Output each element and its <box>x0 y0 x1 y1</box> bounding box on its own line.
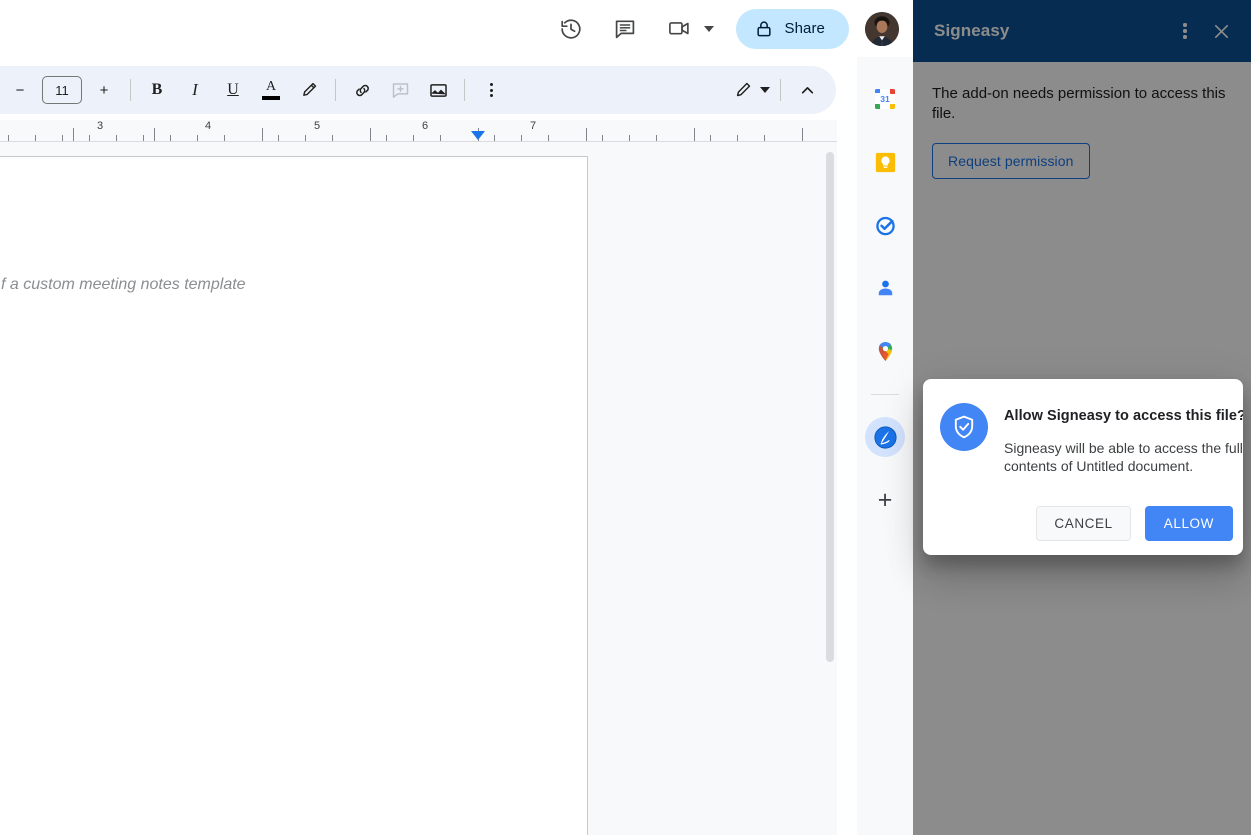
maps-pin-icon <box>873 339 898 364</box>
highlight-color-button[interactable] <box>293 74 325 106</box>
ruler-number: 6 <box>422 120 428 132</box>
avatar[interactable] <box>865 12 899 46</box>
sidebar-item-signeasy[interactable] <box>865 417 905 457</box>
version-history-icon[interactable] <box>551 9 591 49</box>
sidebar-item-calendar[interactable]: 31 <box>865 79 905 119</box>
collapse-toolbar-button[interactable] <box>791 74 823 106</box>
allow-button[interactable]: ALLOW <box>1145 506 1233 541</box>
ruler[interactable]: 3 4 5 6 7 <box>0 120 837 142</box>
ruler-number: 3 <box>97 120 103 132</box>
decrease-font-size-button[interactable]: − <box>4 74 36 106</box>
chevron-down-icon <box>760 87 770 93</box>
add-comment-button[interactable] <box>384 74 416 106</box>
toolbar-divider <box>780 79 781 101</box>
insert-link-button[interactable] <box>346 74 378 106</box>
font-size-input[interactable]: 11 <box>42 76 82 104</box>
version-history-glyph <box>559 17 583 41</box>
add-comment-icon <box>390 80 411 101</box>
tasks-check-icon <box>873 213 898 238</box>
ruler-number: 4 <box>205 120 211 132</box>
shield-check-glyph <box>950 413 978 441</box>
permission-dialog-title: Allow Signeasy to access this file? <box>1004 408 1229 424</box>
svg-text:31: 31 <box>880 94 890 104</box>
contacts-person-icon <box>873 276 898 301</box>
shield-check-icon <box>940 403 988 451</box>
pencil-icon <box>733 80 753 100</box>
keep-bulb-icon <box>873 150 898 175</box>
comment-history-icon[interactable] <box>605 9 645 49</box>
lock-icon <box>754 19 774 39</box>
comment-history-glyph <box>613 17 637 41</box>
permission-dialog: Allow Signeasy to access this file? Sign… <box>923 379 1243 555</box>
permission-dialog-content: Allow Signeasy to access this file? Sign… <box>923 401 1243 476</box>
ruler-number: 7 <box>530 120 536 132</box>
document-scrollbar-thumb[interactable] <box>826 152 834 662</box>
toolbar-divider <box>335 79 336 101</box>
chevron-up-icon <box>797 80 818 101</box>
side-rail: 31 <box>857 57 913 835</box>
docs-toolbar: − 11 + B I U A <box>0 66 836 114</box>
document-body-text[interactable]: f a custom meeting notes template <box>1 276 246 294</box>
insert-image-button[interactable] <box>422 74 454 106</box>
permission-dialog-actions: CANCEL ALLOW <box>1036 506 1233 541</box>
ruler-number: 5 <box>314 120 320 132</box>
editing-mode-button[interactable] <box>733 74 770 106</box>
text-color-letter: A <box>266 80 276 94</box>
underline-button[interactable]: U <box>217 74 249 106</box>
share-button[interactable]: Share <box>736 9 849 49</box>
pen-highlight-icon <box>299 80 319 100</box>
calendar-icon: 31 <box>872 86 898 112</box>
toolbar-divider <box>464 79 465 101</box>
toolbar-divider <box>130 79 131 101</box>
increase-font-size-button[interactable]: + <box>88 74 120 106</box>
permission-dialog-description: Signeasy will be able to access the full… <box>1004 439 1243 476</box>
more-vert-icon <box>490 81 493 99</box>
sidebar-item-maps[interactable] <box>865 331 905 371</box>
cancel-button[interactable]: CANCEL <box>1036 506 1130 541</box>
docs-header-bar: Share <box>0 0 913 57</box>
link-icon <box>352 80 373 101</box>
image-icon <box>428 80 449 101</box>
permission-dialog-texts: Allow Signeasy to access this file? Sign… <box>1004 401 1229 476</box>
text-color-icon: A <box>262 80 280 100</box>
sidebar-item-contacts[interactable] <box>865 268 905 308</box>
avatar-image <box>865 12 899 46</box>
rail-divider <box>871 394 899 395</box>
share-button-label: Share <box>784 20 825 37</box>
sidebar-item-keep[interactable] <box>865 142 905 182</box>
google-docs-app: Share − 11 + B I U <box>0 0 913 835</box>
meet-camera-icon[interactable] <box>659 9 699 49</box>
document-page[interactable]: f a custom meeting notes template <box>0 156 588 835</box>
signeasy-icon <box>872 424 899 451</box>
meet-call-button[interactable] <box>659 9 718 49</box>
left-indent-marker[interactable] <box>471 131 485 140</box>
sidebar-item-tasks[interactable] <box>865 205 905 245</box>
bold-button[interactable]: B <box>141 74 173 106</box>
chevron-down-icon <box>704 26 714 32</box>
get-add-ons-button[interactable]: + <box>865 480 905 520</box>
plus-icon: + <box>878 488 893 513</box>
text-color-swatch <box>262 96 280 100</box>
text-color-button[interactable]: A <box>255 74 287 106</box>
docs-toolbar-wrapper: − 11 + B I U A <box>0 66 913 114</box>
document-canvas: f a custom meeting notes template <box>0 142 837 835</box>
more-toolbar-options-button[interactable] <box>475 74 507 106</box>
document-scrollbar[interactable] <box>823 142 837 835</box>
italic-button[interactable]: I <box>179 74 211 106</box>
meet-camera-glyph <box>667 16 692 41</box>
